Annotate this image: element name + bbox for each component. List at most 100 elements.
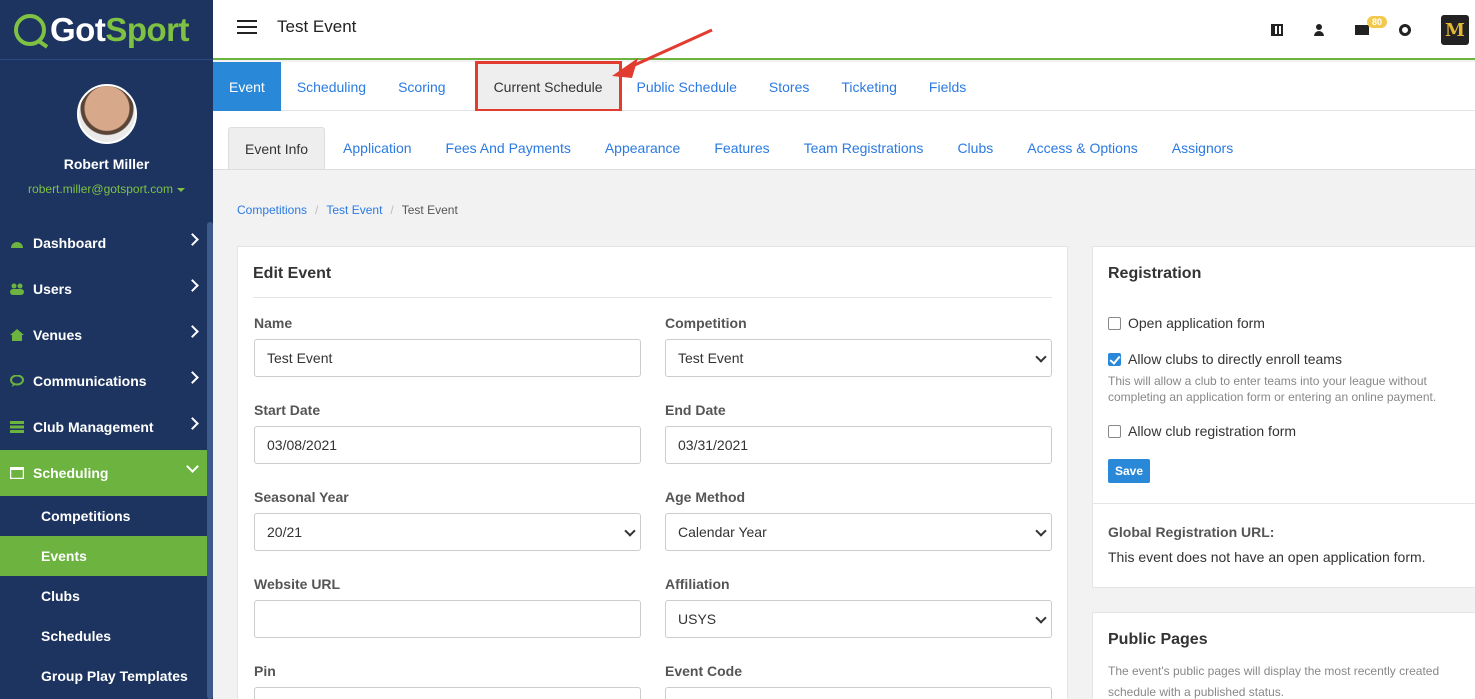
breadcrumb-event[interactable]: Test Event — [326, 203, 382, 217]
start-date-label: Start Date — [254, 402, 321, 418]
affiliation-select[interactable]: USYS — [665, 600, 1052, 638]
allow-club-reg-row[interactable]: Allow club registration form — [1108, 423, 1475, 439]
sidebar-item-label: Dashboard — [33, 235, 107, 251]
public-pages-header: Public Pages — [1108, 631, 1475, 649]
allow-enroll-help: This will allow a club to enter teams in… — [1108, 374, 1437, 404]
seasonal-year-select[interactable]: 20/21 — [254, 513, 641, 551]
tab-event-info[interactable]: Event Info — [228, 127, 326, 169]
user-profile: Robert Miller robert.miller@gotsport.com — [0, 60, 213, 220]
home-icon — [10, 329, 24, 341]
edit-event-panel: Edit Event Name Test Event Competition T… — [237, 246, 1068, 699]
tab-access-options[interactable]: Access & Options — [1011, 127, 1154, 169]
chevron-right-icon — [186, 279, 199, 292]
edit-event-header: Edit Event — [253, 265, 1052, 298]
sidebar-item-label: Venues — [33, 327, 83, 343]
allow-enroll-row[interactable]: Allow clubs to directly enroll teams — [1108, 351, 1475, 367]
breadcrumb: Competitions / Test Event / Test Event — [237, 203, 458, 217]
sidebar-item-dashboard[interactable]: Dashboard — [0, 220, 213, 266]
open-application-checkbox[interactable] — [1108, 316, 1121, 330]
chevron-right-icon — [186, 417, 199, 430]
tab-ticketing[interactable]: Ticketing — [825, 62, 913, 111]
tab-team-registrations[interactable]: Team Registrations — [788, 127, 940, 169]
pin-label: Pin — [254, 663, 276, 679]
age-method-label: Age Method — [665, 489, 746, 505]
sidebar-subitem-competitions[interactable]: Competitions — [0, 496, 213, 536]
breadcrumb-separator: / — [315, 203, 319, 217]
allow-club-reg-checkbox[interactable] — [1108, 424, 1121, 438]
tab-application[interactable]: Application — [327, 127, 428, 169]
start-date-input[interactable]: 03/08/2021 — [254, 426, 641, 464]
pin-input[interactable] — [254, 687, 641, 699]
tab-scheduling[interactable]: Scheduling — [281, 62, 382, 111]
team-logo[interactable]: M — [1441, 15, 1469, 45]
profile-name: Robert Miller — [63, 156, 150, 172]
profile-email-dropdown[interactable]: robert.miller@gotsport.com — [0, 182, 213, 196]
event-code-label: Event Code — [665, 663, 743, 679]
tab-current-schedule[interactable]: Current Schedule — [474, 61, 622, 112]
sidebar-subitem-events[interactable]: Events — [0, 536, 213, 576]
website-url-input[interactable] — [254, 600, 641, 638]
name-field-group: Name Test Event — [254, 315, 641, 377]
sidebar: GotSport Robert Miller robert.miller@got… — [0, 0, 213, 699]
tab-stores[interactable]: Stores — [753, 62, 825, 111]
name-label: Name — [254, 315, 293, 331]
gear-icon[interactable] — [1399, 24, 1411, 36]
brand-name: GotSport — [50, 10, 189, 48]
start-date-field-group: Start Date 03/08/2021 — [254, 402, 641, 464]
mail-icon[interactable]: 80 — [1355, 16, 1388, 35]
allow-enroll-label: Allow clubs to directly enroll teams — [1128, 351, 1342, 367]
top-bar: Test Event 80 M — [213, 0, 1475, 60]
list-icon — [10, 421, 24, 433]
tab-scoring[interactable]: Scoring — [382, 62, 461, 111]
global-url-title: Global Registration URL: — [1108, 524, 1275, 540]
age-method-select[interactable]: Calendar Year — [665, 513, 1052, 551]
tab-features[interactable]: Features — [698, 127, 785, 169]
sidebar-scrollbar[interactable] — [207, 222, 213, 699]
save-button[interactable]: Save — [1108, 459, 1151, 483]
allow-club-reg-label: Allow club registration form — [1128, 423, 1297, 439]
end-date-input[interactable]: 03/31/2021 — [665, 426, 1052, 464]
sidebar-subitem-group-play-templates[interactable]: Group Play Templates — [0, 656, 213, 696]
edit-event-title: Edit Event — [253, 265, 332, 282]
secondary-tabs: Event Info Application Fees And Payments… — [213, 111, 1475, 170]
mail-count-badge: 80 — [1367, 16, 1388, 28]
tab-appearance[interactable]: Appearance — [589, 127, 697, 169]
pin-field-group: Pin — [254, 663, 641, 699]
website-url-field-group: Website URL — [254, 576, 641, 638]
affiliation-label: Affiliation — [665, 576, 730, 592]
brand-logo[interactable]: GotSport — [0, 0, 213, 60]
sidebar-item-label: Scheduling — [33, 465, 109, 481]
tab-event[interactable]: Event — [213, 62, 281, 111]
sidebar-item-venues[interactable]: Venues — [0, 312, 213, 358]
profile-email[interactable]: robert.miller@gotsport.com — [28, 182, 173, 196]
menu-icon[interactable] — [237, 20, 257, 34]
users-icon — [10, 283, 24, 295]
open-application-row[interactable]: Open application form — [1108, 315, 1475, 331]
sidebar-item-scheduling[interactable]: Scheduling — [0, 450, 213, 496]
end-date-label: End Date — [665, 402, 726, 418]
sidebar-subitem-clubs[interactable]: Clubs — [0, 576, 213, 616]
chevron-right-icon — [186, 371, 199, 384]
open-application-label: Open application form — [1128, 315, 1265, 331]
sidebar-item-communications[interactable]: Communications — [0, 358, 213, 404]
sidebar-item-users[interactable]: Users — [0, 266, 213, 312]
event-code-input[interactable] — [665, 687, 1052, 699]
sidebar-item-label: Users — [33, 281, 72, 297]
allow-enroll-checkbox[interactable] — [1108, 352, 1121, 366]
tab-fees-and-payments[interactable]: Fees And Payments — [430, 127, 587, 169]
breadcrumb-competitions[interactable]: Competitions — [237, 203, 307, 217]
name-input[interactable]: Test Event — [254, 339, 641, 377]
registration-title: Registration — [1108, 265, 1202, 282]
affiliation-field-group: Affiliation USYS — [665, 576, 1052, 638]
avatar[interactable] — [76, 84, 137, 144]
tab-fields[interactable]: Fields — [913, 62, 982, 111]
user-icon[interactable] — [1313, 24, 1325, 36]
age-method-field-group: Age Method Calendar Year — [665, 489, 1052, 551]
chat-icon — [10, 375, 24, 387]
sidebar-subitem-schedules[interactable]: Schedules — [0, 616, 213, 656]
competition-select[interactable]: Test Event — [665, 339, 1052, 377]
tab-clubs[interactable]: Clubs — [941, 127, 1009, 169]
qr-code-icon[interactable] — [1271, 24, 1283, 36]
sidebar-item-club-management[interactable]: Club Management — [0, 404, 213, 450]
tab-assignors[interactable]: Assignors — [1156, 127, 1249, 169]
